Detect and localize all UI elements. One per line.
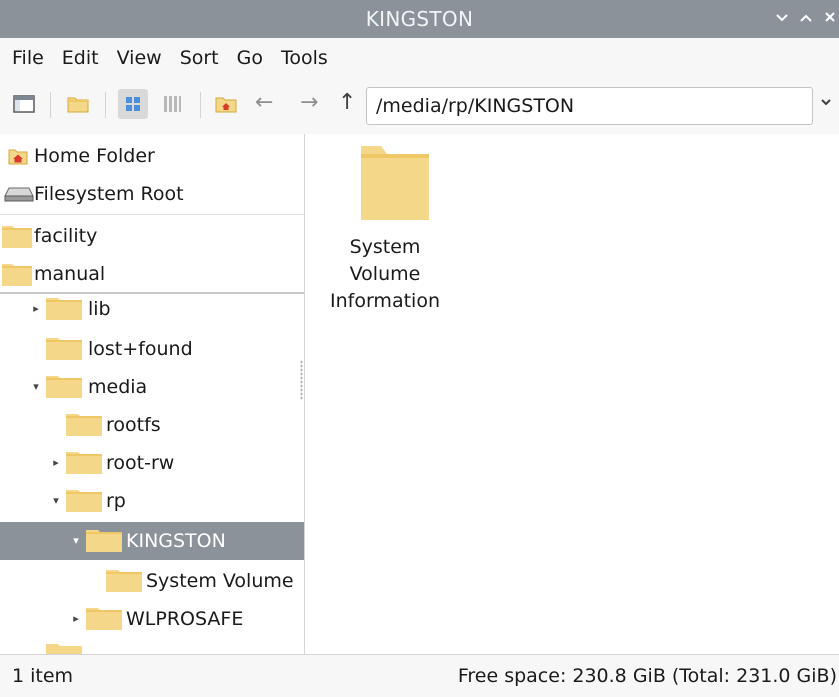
- file-name-line: Information: [330, 290, 440, 312]
- folder-icon: [86, 608, 122, 630]
- toolbar-separator: [105, 92, 106, 118]
- place-label: Home Folder: [34, 145, 155, 167]
- home-icon: [215, 97, 237, 113]
- new-window-icon: [13, 95, 35, 113]
- toolbar-separator: [50, 92, 51, 118]
- sidebar: Home Folder Filesystem Root facility man…: [0, 134, 305, 654]
- window-controls: [775, 0, 839, 38]
- place-label: manual: [34, 263, 106, 285]
- place-home-folder[interactable]: Home Folder: [0, 137, 304, 175]
- file-name-line: System: [349, 236, 421, 258]
- file-name-line: Volume: [349, 263, 421, 285]
- forward-button[interactable]: →: [300, 88, 318, 118]
- file-name: System Volume Information: [310, 234, 460, 315]
- home-button[interactable]: [214, 92, 238, 116]
- tree-item-root-rw[interactable]: ▸ root-rw: [0, 444, 304, 482]
- close-icon: [825, 12, 835, 22]
- tree-item-system-volume[interactable]: System Volume: [0, 562, 304, 600]
- chevron-up-icon: [800, 14, 812, 22]
- expand-arrow-icon[interactable]: ▸: [70, 600, 82, 638]
- folder-icon: [86, 530, 122, 552]
- folder-icon: [46, 298, 82, 320]
- toolbar-separator: [200, 92, 201, 118]
- menu-tools[interactable]: Tools: [271, 38, 336, 78]
- list-view-icon: [164, 96, 181, 112]
- chevron-down-icon: [776, 14, 788, 22]
- drive-icon: [4, 187, 34, 202]
- tree-item-label: root-rw: [106, 452, 175, 474]
- folder-icon: [361, 146, 429, 220]
- tree-item-label: KINGSTON: [126, 530, 226, 552]
- folder-icon: [66, 452, 102, 474]
- status-bar: 1 item Free space: 230.8 GiB (Total: 231…: [0, 654, 839, 697]
- folder-icon: [2, 264, 32, 286]
- places-divider: [0, 214, 304, 215]
- pane-resize-handle[interactable]: [300, 360, 303, 400]
- menu-bar: File Edit View Sort Go Tools: [0, 38, 839, 78]
- folder-icon: [46, 644, 82, 654]
- path-history-button[interactable]: [820, 95, 832, 111]
- tree-item-label: rootfs: [106, 414, 161, 436]
- free-space: Free space: 230.8 GiB (Total: 231.0 GiB): [457, 665, 837, 687]
- minimize-button[interactable]: [775, 11, 789, 27]
- place-manual[interactable]: manual: [0, 255, 304, 293]
- close-button[interactable]: [823, 11, 837, 27]
- new-folder-button[interactable]: [66, 92, 90, 116]
- chevron-down-icon: [821, 99, 831, 106]
- menu-go[interactable]: Go: [227, 38, 271, 78]
- place-label: Filesystem Root: [34, 183, 184, 205]
- collapse-arrow-icon[interactable]: ▾: [70, 522, 82, 560]
- home-icon: [8, 149, 28, 165]
- collapse-arrow-icon[interactable]: ▾: [50, 482, 62, 520]
- folder-icon: [46, 338, 82, 360]
- places-list: Home Folder Filesystem Root facility man…: [0, 134, 304, 294]
- place-facility[interactable]: facility: [0, 217, 304, 255]
- tree-item-label: rp: [106, 490, 126, 512]
- tree-item-label: System Volume: [146, 570, 294, 592]
- menu-file[interactable]: File: [0, 38, 52, 78]
- menu-view[interactable]: View: [107, 38, 170, 78]
- tree-item-rootfs[interactable]: rootfs: [0, 406, 304, 444]
- new-folder-icon: [67, 97, 89, 113]
- item-count: 1 item: [12, 665, 74, 687]
- file-view[interactable]: System Volume Information: [305, 134, 839, 654]
- path-input[interactable]: /media/rp/KINGSTON: [366, 87, 813, 125]
- menu-sort[interactable]: Sort: [170, 38, 227, 78]
- folder-icon: [66, 490, 102, 512]
- folder-icon: [46, 376, 82, 398]
- window-title: KINGSTON: [365, 7, 474, 31]
- new-window-button[interactable]: [12, 92, 36, 116]
- icon-view-icon: [126, 97, 140, 111]
- toolbar: ← → ↑ /media/rp/KINGSTON: [0, 78, 839, 134]
- tree-item-media[interactable]: ▾ media: [0, 368, 304, 406]
- tree-item-lost-found[interactable]: lost+found: [0, 330, 304, 368]
- folder-icon: [2, 226, 32, 248]
- up-button[interactable]: ↑: [338, 88, 356, 118]
- back-button[interactable]: ←: [255, 88, 273, 118]
- tree-item-label: WLPROSAFE: [126, 608, 244, 630]
- file-manager-window: KINGSTON File Edit View Sort Go Tools ← …: [0, 0, 839, 697]
- title-bar[interactable]: KINGSTON: [0, 0, 839, 38]
- folder-icon: [66, 414, 102, 436]
- folder-icon: [106, 570, 142, 592]
- maximize-button[interactable]: [799, 11, 813, 27]
- expand-arrow-icon[interactable]: ▸: [50, 444, 62, 482]
- place-label: facility: [34, 225, 98, 247]
- tree-item-lib[interactable]: ▸ lib: [0, 290, 304, 328]
- place-filesystem-root[interactable]: Filesystem Root: [0, 175, 304, 213]
- tree-item-label: lost+found: [88, 338, 193, 360]
- expand-arrow-icon[interactable]: ▸: [30, 290, 42, 328]
- tree-item-rp[interactable]: ▾ rp: [0, 482, 304, 520]
- tree-item-label: media: [88, 376, 148, 398]
- tree-item-kingston[interactable]: ▾ KINGSTON: [0, 522, 304, 560]
- tree-item-wlprosafe[interactable]: ▸ WLPROSAFE: [0, 600, 304, 638]
- icon-view-button[interactable]: [118, 89, 148, 119]
- file-item-system-volume-information[interactable]: System Volume Information: [310, 144, 460, 315]
- tree-item-partial: [0, 640, 304, 654]
- tree-item-label: lib: [88, 298, 111, 320]
- collapse-arrow-icon[interactable]: ▾: [30, 368, 42, 406]
- list-view-button[interactable]: [160, 92, 184, 116]
- menu-edit[interactable]: Edit: [52, 38, 107, 78]
